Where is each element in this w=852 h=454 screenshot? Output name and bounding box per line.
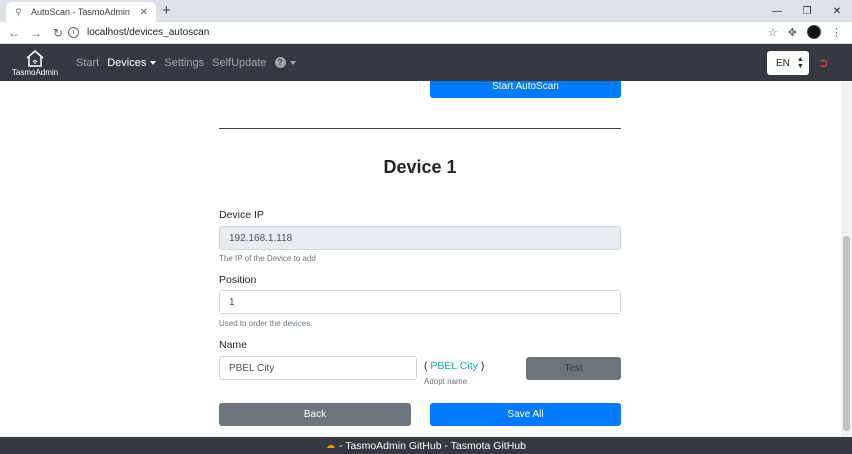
close-tab-icon[interactable]: ✕ — [140, 7, 148, 18]
profile-avatar[interactable] — [807, 25, 821, 39]
brand-name: TasmoAdmin — [11, 67, 59, 77]
nav-help[interactable]: ? — [274, 57, 296, 68]
address-bar: ← → ↻ i localhost/devices_autoscan ☆ ✥ ⋮ — [0, 22, 852, 44]
forward-arrow-icon[interactable]: → — [28, 26, 44, 40]
position-hint: Used to order the devices. — [219, 319, 313, 328]
minimize-icon[interactable]: — — [762, 0, 792, 22]
info-icon[interactable]: i — [68, 27, 79, 38]
name-input[interactable]: PBEL City — [219, 356, 417, 380]
device-ip-hint: The IP of the Device to add — [219, 254, 316, 263]
scrollbar-thumb[interactable] — [843, 236, 850, 431]
browser-tab-bar: ⚲ AutoScan - TasmoAdmin ✕ + — ❐ ✕ — [0, 0, 852, 22]
adopt-name-link[interactable]: PBEL City — [430, 360, 477, 372]
lightbulb-icon: ⚲ — [15, 6, 22, 17]
tab-title: AutoScan - TasmoAdmin — [31, 7, 130, 17]
save-all-button[interactable]: Save All — [430, 403, 621, 426]
menu-dots-icon[interactable]: ⋮ — [831, 26, 842, 39]
nav-devices-label: Devices — [107, 56, 147, 69]
back-arrow-icon[interactable]: ← — [6, 26, 22, 40]
chevron-down-icon — [289, 60, 296, 65]
nav-selfupdate[interactable]: SelfUpdate — [212, 57, 266, 69]
page-scrollbar[interactable] — [841, 81, 852, 437]
adopt-open-paren: ( — [424, 360, 428, 372]
adopt-close-paren: ) — [480, 360, 485, 372]
divider — [219, 128, 621, 129]
question-icon: ? — [274, 57, 286, 68]
star-icon[interactable]: ☆ — [768, 26, 778, 39]
position-input[interactable]: 1 — [219, 290, 621, 314]
footer: ☁ - TasmoAdmin GitHub - Tasmota GitHub — [0, 437, 852, 454]
start-autoscan-button[interactable]: Start AutoScan — [430, 81, 621, 98]
adopt-name: ( PBEL City ) — [424, 360, 484, 372]
nav-start[interactable]: Start — [76, 57, 99, 69]
cloud-icon: ☁ — [326, 440, 336, 450]
window-controls: — ❐ ✕ — [762, 0, 852, 22]
name-label: Name — [219, 339, 248, 351]
updown-icon: ▲ ▼ — [796, 56, 804, 70]
chevron-down-icon — [150, 60, 157, 65]
house-icon — [26, 49, 44, 67]
browser-tab[interactable]: ⚲ AutoScan - TasmoAdmin ✕ — [6, 2, 156, 22]
device-title: Device 1 — [383, 157, 457, 177]
puzzle-icon[interactable]: ✥ — [788, 26, 797, 39]
url-text: localhost/devices_autoscan — [87, 27, 210, 38]
app-navbar: TasmoAdmin Start Devices Settings SelfUp… — [0, 44, 852, 81]
adopt-name-hint: Adopt name — [424, 377, 468, 386]
position-label: Position — [219, 274, 257, 286]
reload-icon[interactable]: ↻ — [50, 26, 66, 40]
main-content: Start AutoScan Device 1 Device IP 192.16… — [0, 81, 841, 437]
brand-logo[interactable]: TasmoAdmin — [0, 44, 70, 81]
logout-icon[interactable]: ➲ — [818, 56, 829, 69]
new-tab-icon[interactable]: + — [162, 3, 171, 19]
device-ip-input[interactable]: 192.168.1.118 — [219, 226, 621, 250]
language-select[interactable]: EN ▲ ▼ — [767, 51, 809, 75]
back-button[interactable]: Back — [219, 403, 411, 426]
browser-actions: ☆ ✥ ⋮ — [768, 25, 842, 39]
nav-settings[interactable]: Settings — [164, 57, 204, 69]
url-field[interactable]: i localhost/devices_autoscan — [68, 24, 758, 41]
restore-icon[interactable]: ❐ — [792, 0, 822, 22]
footer-links[interactable]: - TasmoAdmin GitHub - Tasmota GitHub — [339, 440, 526, 452]
nav-devices[interactable]: Devices — [107, 56, 157, 69]
close-window-icon[interactable]: ✕ — [822, 0, 852, 22]
language-value: EN — [776, 57, 790, 69]
test-button[interactable]: Test — [526, 357, 621, 380]
device-ip-label: Device IP — [219, 209, 264, 221]
